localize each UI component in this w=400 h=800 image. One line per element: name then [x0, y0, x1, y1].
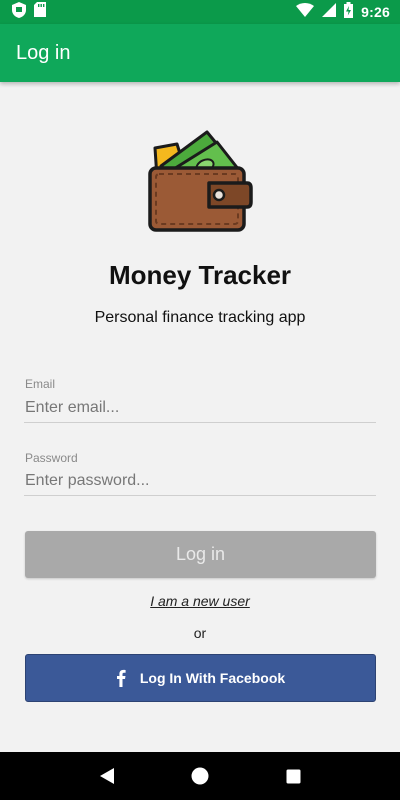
- app-title: Money Tracker: [108, 260, 292, 290]
- wallet-icon: [147, 130, 253, 234]
- shield-icon: [12, 1, 26, 23]
- facebook-login-label: Log In With Facebook: [139, 670, 286, 686]
- or-divider-text: or: [193, 625, 207, 641]
- email-label: Email: [25, 377, 56, 391]
- sd-card-icon: [34, 2, 46, 22]
- status-bar-left: [12, 1, 46, 23]
- home-icon[interactable]: [180, 756, 220, 796]
- login-content: Money Tracker Personal finance tracking …: [0, 82, 400, 752]
- email-field[interactable]: [24, 393, 376, 423]
- app-bar: Log in: [0, 24, 400, 82]
- status-bar-right: 9:26: [296, 1, 390, 23]
- new-user-link[interactable]: I am a new user: [0, 593, 400, 609]
- app-subtitle: Personal finance tracking app: [94, 309, 306, 326]
- facebook-login-button[interactable]: Log In With Facebook: [25, 654, 376, 702]
- password-label: Password: [25, 451, 78, 465]
- battery-charging-icon: [344, 1, 354, 23]
- app-bar-title: Log in: [16, 41, 71, 64]
- login-button[interactable]: Log in: [25, 531, 376, 578]
- navigation-bar: [0, 752, 400, 800]
- signal-icon: [322, 2, 337, 22]
- status-time: 9:26: [361, 4, 390, 20]
- status-bar: 9:26: [0, 0, 400, 24]
- wifi-icon: [296, 2, 315, 22]
- back-icon[interactable]: [87, 756, 127, 796]
- facebook-icon: [116, 669, 126, 687]
- recents-icon[interactable]: [273, 756, 313, 796]
- password-field[interactable]: [24, 466, 376, 496]
